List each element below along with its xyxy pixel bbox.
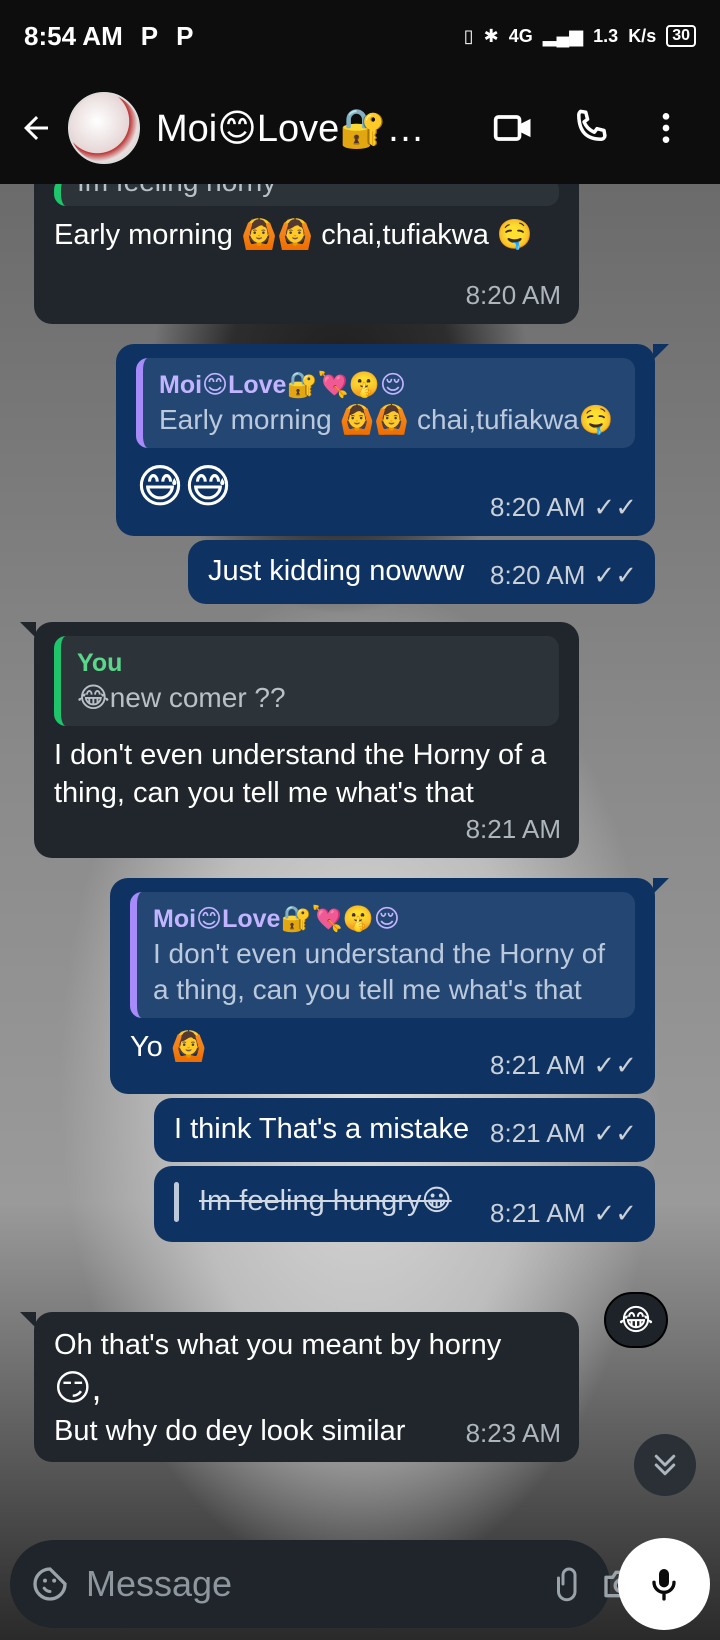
- quote-preview[interactable]: Moi😊Love🔐💘🤫😌 I don't even understand the…: [130, 892, 635, 1018]
- read-receipt-icon: ✓✓: [593, 1198, 637, 1228]
- mic-icon: [652, 1569, 676, 1601]
- signal-icon: ▂▄▆: [542, 25, 584, 46]
- message-meta: 8:21 AM ✓✓: [490, 1114, 637, 1152]
- message-meta: 8:21 AM ✓✓: [490, 1046, 637, 1084]
- message-time: 8:20 AM: [490, 492, 586, 522]
- message-reaction[interactable]: 😂: [604, 1292, 668, 1348]
- chat-header: Moi😊Love🔐…: [0, 72, 720, 184]
- read-receipt-icon: ✓✓: [593, 1118, 637, 1148]
- sticker-icon[interactable]: [30, 1556, 70, 1612]
- message-incoming[interactable]: Im feeling horny Early morning 🙆🙆 chai,t…: [34, 184, 579, 324]
- message-text: I don't even understand the Horny of a t…: [54, 739, 547, 809]
- battery-indicator: 30: [666, 25, 696, 47]
- message-time: 8:21 AM: [490, 1198, 586, 1228]
- message-incoming[interactable]: You 😂new comer ?? I don't even understan…: [20, 622, 579, 858]
- status-bar: 8:54 AM P P ▯ ✱ 4G ▂▄▆ 1.3 K/s 30: [0, 0, 720, 72]
- chevron-double-down-icon: [654, 1454, 676, 1476]
- message-text: Im feeling hungry😀: [199, 1185, 452, 1217]
- message-meta: 8:21 AM ✓✓: [490, 1194, 637, 1232]
- phone-icon[interactable]: [552, 90, 628, 166]
- more-vert-icon[interactable]: [628, 90, 704, 166]
- quote-bar: [174, 1182, 179, 1223]
- message-outgoing[interactable]: I think That's a mistake 8:21 AM ✓✓: [154, 1098, 655, 1162]
- contact-name[interactable]: Moi😊Love🔐…: [156, 106, 476, 151]
- message-time: 8:20 AM: [490, 560, 586, 590]
- message-text: 😏,: [54, 1367, 102, 1408]
- vibrate-icon: ▯: [463, 25, 474, 46]
- message-time: 8:20 AM: [465, 280, 561, 310]
- arrow-left-icon[interactable]: [16, 108, 56, 148]
- message-meta: 8:20 AM ✓✓: [490, 488, 637, 526]
- avatar[interactable]: [68, 92, 140, 164]
- message-outgoing[interactable]: Moi😊Love🔐💘🤫😌 I don't even understand the…: [110, 878, 669, 1094]
- bluetooth-icon: ✱: [483, 25, 499, 46]
- message-time: 8:23 AM: [465, 1418, 561, 1448]
- speed-value: 1.3: [593, 25, 619, 46]
- message-composer: [10, 1540, 638, 1628]
- quote-preview[interactable]: You 😂new comer ??: [54, 636, 559, 726]
- quote-author: You: [77, 649, 123, 677]
- read-receipt-icon: ✓✓: [593, 1050, 637, 1080]
- read-receipt-icon: ✓✓: [593, 492, 637, 522]
- quote-text: Im feeling horny: [77, 184, 543, 200]
- notification-badge: P: [140, 20, 159, 51]
- message-text: Early morning 🙆🙆 chai,tufiakwa 🤤: [54, 219, 534, 251]
- message-outgoing[interactable]: Just kidding nowww 8:20 AM ✓✓: [188, 540, 655, 604]
- message-outgoing[interactable]: Im feeling hungry😀 8:21 AM ✓✓: [154, 1166, 655, 1242]
- video-call-icon[interactable]: [476, 90, 552, 166]
- status-time: 8:54 AM: [24, 20, 123, 51]
- mic-button[interactable]: [618, 1538, 710, 1630]
- message-input[interactable]: [86, 1563, 551, 1605]
- network-label: 4G: [508, 25, 533, 46]
- chat-area[interactable]: Im feeling horny Early morning 🙆🙆 chai,t…: [0, 184, 720, 1640]
- message-meta: 8:20 AM ✓✓: [490, 556, 637, 594]
- quote-author: Moi😊Love🔐💘🤫😌: [153, 905, 400, 933]
- paperclip-icon[interactable]: [551, 1556, 587, 1612]
- message-outgoing[interactable]: Moi😊Love🔐💘🤫😌 Early morning 🙆🙆 chai,tufia…: [116, 344, 669, 536]
- message-time: 8:21 AM: [490, 1050, 586, 1080]
- message-text: Oh that's what you meant by horny: [54, 1329, 502, 1361]
- quote-author: Moi😊Love🔐💘🤫😌: [159, 371, 406, 399]
- quote-text: 😂new comer ??: [77, 682, 286, 713]
- quote-text: I don't even understand the Horny of a t…: [153, 938, 606, 1005]
- speed-unit: K/s: [628, 25, 657, 46]
- scroll-to-bottom-button[interactable]: [634, 1434, 696, 1496]
- message-time: 8:21 AM: [490, 1118, 586, 1148]
- quote-preview: Im feeling horny: [54, 184, 559, 206]
- quote-preview[interactable]: Moi😊Love🔐💘🤫😌 Early morning 🙆🙆 chai,tufia…: [136, 358, 635, 448]
- notification-badge: P: [176, 20, 194, 51]
- message-time: 8:21 AM: [465, 814, 561, 844]
- read-receipt-icon: ✓✓: [593, 560, 637, 590]
- quote-text: Early morning 🙆🙆 chai,tufiakwa🤤: [159, 404, 614, 435]
- message-incoming[interactable]: Oh that's what you meant by horny 😏, But…: [20, 1312, 579, 1462]
